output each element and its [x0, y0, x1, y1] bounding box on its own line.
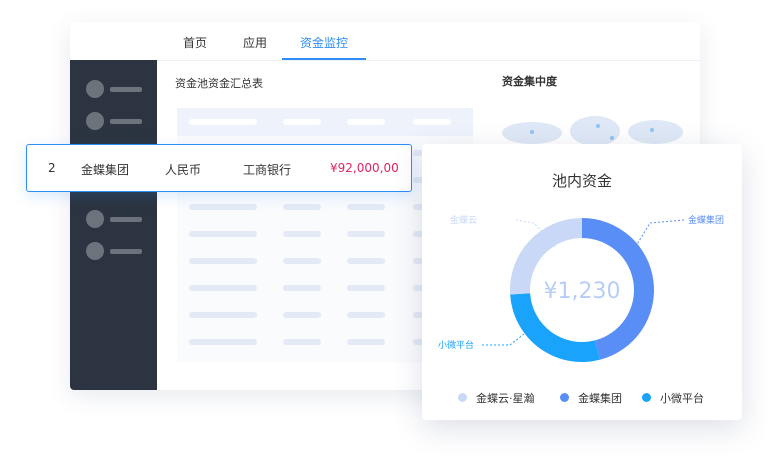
placeholder-cell: [347, 312, 385, 318]
placeholder-cell: [283, 231, 321, 237]
placeholder-cell: [283, 204, 321, 210]
pool-funds-card: 池内资金 ¥1,230 金蝶云 金蝶集团 小微平台 金蝶云·星瀚 金蝶集团 小微…: [422, 144, 742, 420]
top-navigation: 首页 应用 资金监控: [70, 22, 700, 61]
row-amount: ¥92,000,00: [330, 161, 399, 175]
tab-home[interactable]: 首页: [183, 34, 207, 51]
legend-label: 金蝶云·星瀚: [476, 392, 535, 405]
row-index: 2: [48, 161, 56, 175]
placeholder-cell: [347, 204, 385, 210]
sidebar-item-4[interactable]: [86, 210, 146, 228]
donut-chart: ¥1,230 金蝶云 金蝶集团 小微平台: [438, 214, 724, 362]
placeholder-cell: [347, 339, 385, 345]
map-title: 资金集中度: [502, 75, 557, 88]
table-title: 资金池资金汇总表: [175, 77, 263, 90]
donut-center-value: ¥1,230: [544, 279, 621, 304]
sidebar: [70, 60, 157, 390]
callout-label-kingdee-cloud: 金蝶云: [450, 214, 477, 226]
table-header: [177, 108, 473, 136]
sidebar-item-1[interactable]: [86, 80, 146, 98]
legend-dot: [642, 393, 651, 402]
placeholder-cell: [189, 312, 257, 318]
placeholder-cell: [283, 312, 321, 318]
placeholder-cell: [347, 285, 385, 291]
highlighted-table-row[interactable]: 2 金蝶集团 人民币 工商银行 ¥92,000,00: [26, 144, 412, 192]
sidebar-item-icon: [86, 112, 104, 130]
placeholder-cell: [347, 258, 385, 264]
placeholder-cell: [283, 339, 321, 345]
legend-label: 金蝶集团: [578, 392, 622, 405]
sidebar-item-2[interactable]: [86, 112, 146, 130]
placeholder-cell: [283, 285, 321, 291]
legend-dot: [560, 393, 569, 402]
placeholder-cell: [189, 339, 257, 345]
sidebar-item-icon: [86, 210, 104, 228]
sidebar-item-icon: [86, 242, 104, 260]
placeholder-cell: [189, 258, 257, 264]
row-bank: 工商银行: [243, 163, 292, 177]
tab-fund-monitoring[interactable]: 资金监控: [300, 34, 348, 51]
active-tab-indicator: [282, 58, 366, 60]
sidebar-item-icon: [86, 80, 104, 98]
row-company: 金蝶集团: [81, 163, 130, 177]
sidebar-item-5[interactable]: [86, 242, 146, 260]
placeholder-cell: [283, 258, 321, 264]
row-currency: 人民币: [165, 163, 202, 177]
placeholder-cell: [189, 204, 257, 210]
callout-label-kingdee-group: 金蝶集团: [688, 214, 724, 226]
placeholder-cell: [347, 231, 385, 237]
callout-label-micro-platform: 小微平台: [438, 339, 474, 351]
placeholder-cell: [189, 231, 257, 237]
legend-dot: [458, 393, 467, 402]
placeholder-cell: [189, 285, 257, 291]
tab-apps[interactable]: 应用: [243, 34, 267, 51]
legend-label: 小微平台: [660, 392, 704, 405]
